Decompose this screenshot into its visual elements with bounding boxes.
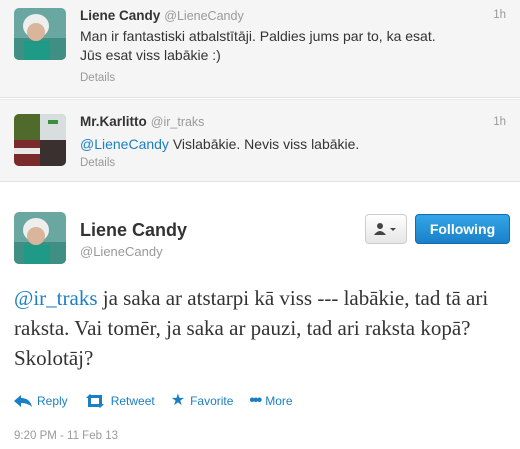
author-handle[interactable]: @LieneCandy bbox=[80, 244, 163, 259]
author-name[interactable]: Liene Candy @LieneCandy bbox=[80, 8, 244, 23]
timestamp[interactable]: 1h bbox=[493, 9, 506, 21]
following-button[interactable]: Following bbox=[415, 214, 510, 244]
reply-icon bbox=[14, 395, 32, 407]
tweet-card[interactable]: Mr.Karlitto @ir_traks 1h @LieneCandy Visl… bbox=[0, 99, 520, 182]
mention-link[interactable]: @ir_traks bbox=[14, 286, 98, 310]
tweet-text: @LieneCandy Vislabākie. Nevis viss labāk… bbox=[80, 136, 360, 152]
expanded-tweet: Liene Candy @LieneCandy Following @ir_tr… bbox=[0, 198, 520, 449]
author-handle: @ir_traks bbox=[150, 115, 205, 129]
author-name[interactable]: Liene Candy bbox=[80, 220, 187, 241]
tweet-text: @ir_traks ja saka ar atstarpi kā viss --… bbox=[14, 286, 489, 370]
details-link[interactable]: Details bbox=[80, 72, 115, 84]
retweet-button[interactable]: Retweet bbox=[84, 394, 155, 408]
more-dots-icon: ••• bbox=[249, 392, 262, 409]
person-icon bbox=[374, 223, 396, 235]
author-name[interactable]: Mr.Karlitto @ir_traks bbox=[80, 114, 204, 129]
mention-link[interactable]: @LieneCandy bbox=[80, 136, 169, 152]
more-button[interactable]: ••• More bbox=[249, 392, 292, 409]
author-handle: @LieneCandy bbox=[164, 9, 244, 23]
star-icon: ★ bbox=[170, 392, 186, 409]
user-actions-dropdown[interactable] bbox=[365, 214, 407, 244]
tweet-text: Man ir fantastiski atbalstītāji. Paldies… bbox=[80, 28, 436, 63]
avatar[interactable] bbox=[14, 8, 66, 60]
tweet-card[interactable]: Liene Candy @LieneCandy 1h Man ir fantast… bbox=[0, 0, 520, 98]
tweet-actions: Reply Retweet ★ Favorite ••• More bbox=[14, 392, 293, 409]
details-link[interactable]: Details bbox=[80, 157, 115, 169]
reply-button[interactable]: Reply bbox=[14, 394, 68, 408]
tweet-timestamp[interactable]: 9:20 PM - 11 Feb 13 bbox=[14, 430, 118, 442]
retweet-icon bbox=[85, 394, 104, 408]
avatar[interactable] bbox=[14, 212, 66, 264]
timestamp[interactable]: 1h bbox=[493, 116, 506, 128]
favorite-button[interactable]: ★ Favorite bbox=[170, 392, 234, 409]
avatar[interactable] bbox=[14, 114, 66, 166]
